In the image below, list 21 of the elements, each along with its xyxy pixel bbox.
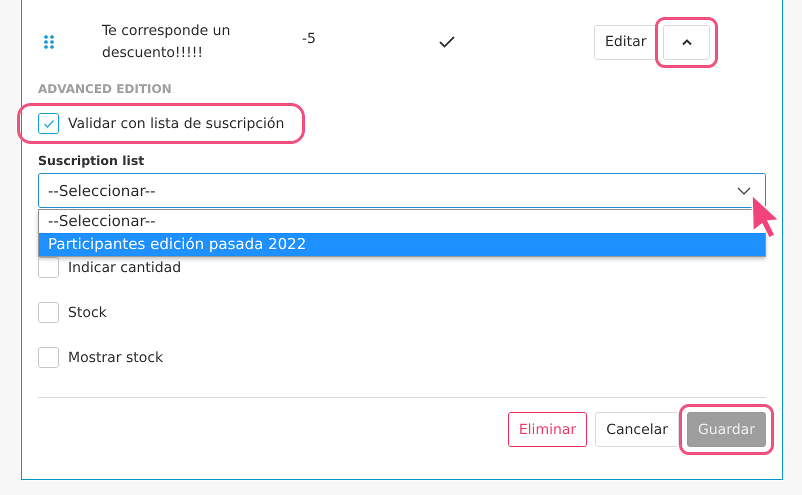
- checkbox-label: Mostrar stock: [68, 350, 164, 366]
- delete-button[interactable]: Eliminar: [508, 412, 588, 447]
- chevron-icon: [680, 38, 693, 46]
- discount-value: -5: [302, 31, 317, 47]
- field-label: Suscription list: [38, 153, 146, 168]
- checkbox-label: Stock: [68, 304, 107, 320]
- cancel-button[interactable]: Cancelar: [595, 412, 679, 447]
- drag-handle-icon[interactable]: [44, 35, 54, 49]
- checkbox[interactable]: [38, 347, 59, 368]
- item-title: Te corresponde un descuento!!!!!: [102, 22, 232, 63]
- checkbox[interactable]: [38, 302, 59, 323]
- checkbox[interactable]: [38, 257, 59, 278]
- select-field[interactable]: --Seleccionar--: [38, 173, 766, 208]
- check-icon: [42, 118, 54, 128]
- chevron-down-icon: [737, 186, 751, 194]
- checkbox-label: Indicar cantidad: [68, 260, 182, 276]
- edit-button[interactable]: Editar: [594, 24, 658, 60]
- checkbox[interactable]: [38, 113, 59, 134]
- checkbox-label: Validar con lista de suscripción: [68, 116, 284, 132]
- collapse-button[interactable]: [663, 24, 710, 60]
- section-heading: ADVANCED EDITION: [38, 82, 173, 96]
